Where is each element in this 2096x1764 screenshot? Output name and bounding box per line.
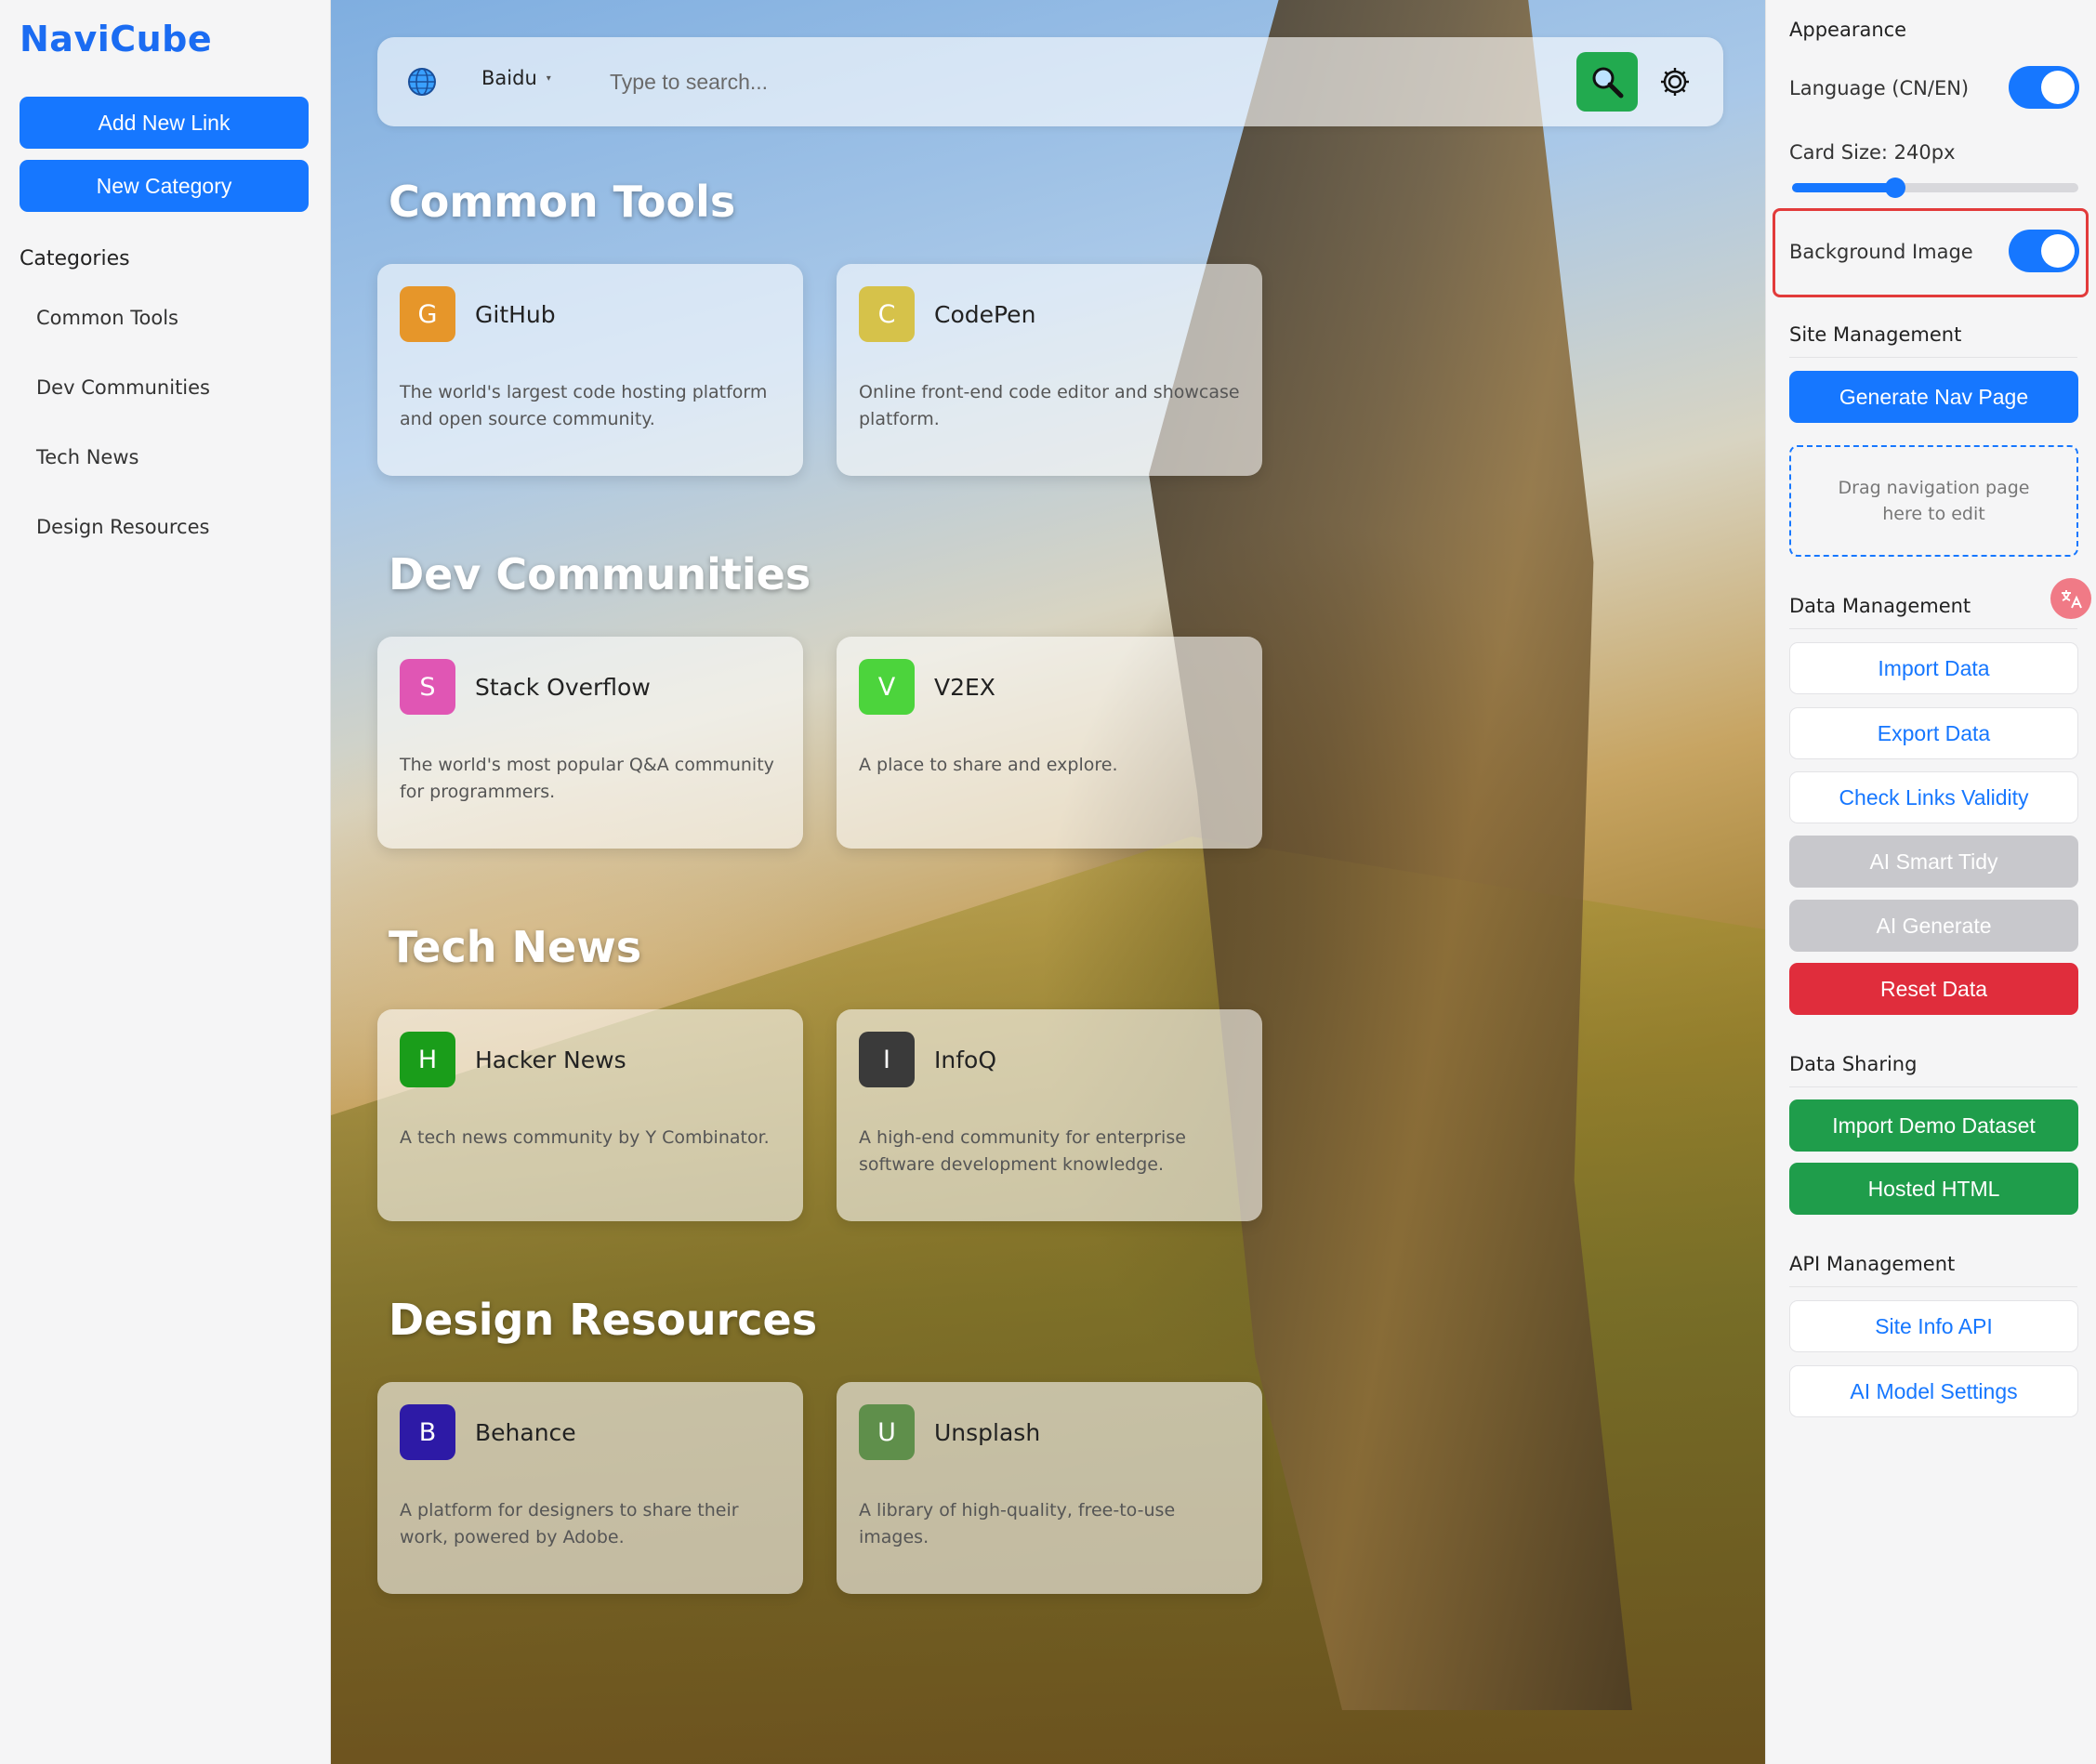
- generate-nav-page-button[interactable]: Generate Nav Page: [1789, 371, 2078, 423]
- card-description: A place to share and explore.: [859, 755, 1118, 775]
- ai-generate-button[interactable]: AI Generate: [1789, 900, 2078, 952]
- language-toggle-label: Language (CN/EN): [1789, 77, 1970, 99]
- link-card-stack-overflow[interactable]: S Stack Overflow The world's most popula…: [377, 637, 803, 849]
- card-title: GitHub: [475, 301, 556, 328]
- link-card-v2ex[interactable]: V V2EX A place to share and explore.: [837, 637, 1262, 849]
- settings-panel: Appearance Language (CN/EN) Card Size: 2…: [1765, 0, 2096, 1764]
- sidebar: NaviCube Add New Link New Category Categ…: [0, 0, 331, 1764]
- card-title: Hacker News: [475, 1047, 626, 1073]
- main-content: Baidu ▾ Common Tools G GitHub The world'…: [331, 0, 1765, 1764]
- app-logo: NaviCube: [20, 19, 213, 59]
- new-category-button[interactable]: New Category: [20, 160, 309, 212]
- card-size-label: Card Size: 240px: [1789, 141, 1956, 164]
- card-description: A platform for designers to share their …: [400, 1500, 739, 1547]
- card-description: A library of high-quality, free-to-use i…: [859, 1500, 1176, 1547]
- check-links-button[interactable]: Check Links Validity: [1789, 771, 2078, 823]
- link-card-infoq[interactable]: I InfoQ A high-end community for enterpr…: [837, 1009, 1262, 1221]
- sidebar-item-common-tools[interactable]: Common Tools: [36, 307, 178, 329]
- link-card-hacker-news[interactable]: H Hacker News A tech news community by Y…: [377, 1009, 803, 1221]
- slider-fill: [1792, 183, 1895, 192]
- section-title-common-tools: Common Tools: [389, 177, 736, 227]
- sidebar-item-tech-news[interactable]: Tech News: [36, 446, 138, 468]
- import-data-button[interactable]: Import Data: [1789, 642, 2078, 694]
- card-avatar: U: [859, 1404, 915, 1460]
- card-description: A tech news community by Y Combinator.: [400, 1127, 770, 1148]
- card-size-slider[interactable]: [1792, 178, 2078, 198]
- card-title: V2EX: [934, 674, 995, 701]
- api-management-heading: API Management: [1789, 1253, 2077, 1287]
- card-title: InfoQ: [934, 1047, 996, 1073]
- globe-icon[interactable]: [407, 67, 437, 97]
- card-title: Behance: [475, 1419, 576, 1446]
- nav-page-drop-zone[interactable]: Drag navigation page here to edit: [1789, 445, 2078, 557]
- gear-icon: [1661, 68, 1689, 96]
- link-card-unsplash[interactable]: U Unsplash A library of high-quality, fr…: [837, 1382, 1262, 1594]
- background-image-toggle[interactable]: [2009, 230, 2079, 272]
- add-new-link-button[interactable]: Add New Link: [20, 97, 309, 149]
- import-demo-dataset-button[interactable]: Import Demo Dataset: [1789, 1099, 2078, 1152]
- card-avatar: I: [859, 1032, 915, 1087]
- card-avatar: S: [400, 659, 455, 715]
- card-title: Unsplash: [934, 1419, 1041, 1446]
- appearance-heading: Appearance: [1789, 19, 1907, 41]
- reset-data-button[interactable]: Reset Data: [1789, 963, 2078, 1015]
- section-title-tech-news: Tech News: [389, 922, 642, 972]
- search-bar: Baidu ▾: [377, 37, 1723, 126]
- background-image-label: Background Image: [1789, 241, 1973, 263]
- sidebar-item-dev-communities[interactable]: Dev Communities: [36, 376, 210, 399]
- card-avatar: G: [400, 286, 455, 342]
- section-title-dev-communities: Dev Communities: [389, 549, 811, 599]
- card-avatar: H: [400, 1032, 455, 1087]
- categories-heading: Categories: [20, 247, 130, 270]
- card-description: A high-end community for enterprise soft…: [859, 1127, 1186, 1175]
- search-input[interactable]: [610, 59, 1539, 104]
- data-management-heading: Data Management: [1789, 595, 2077, 629]
- ai-model-settings-button[interactable]: AI Model Settings: [1789, 1365, 2078, 1417]
- slider-thumb[interactable]: [1884, 178, 1905, 198]
- search-engine-select[interactable]: Baidu ▾: [481, 67, 551, 89]
- link-card-behance[interactable]: B Behance A platform for designers to sh…: [377, 1382, 803, 1594]
- section-title-design-resources: Design Resources: [389, 1295, 818, 1345]
- link-card-codepen[interactable]: C CodePen Online front-end code editor a…: [837, 264, 1262, 476]
- card-description: Online front-end code editor and showcas…: [859, 382, 1240, 429]
- search-button[interactable]: [1576, 52, 1638, 112]
- search-engine-label: Baidu: [481, 67, 537, 89]
- hosted-html-button[interactable]: Hosted HTML: [1789, 1163, 2078, 1215]
- card-description: The world's largest code hosting platfor…: [400, 382, 768, 429]
- link-card-github[interactable]: G GitHub The world's largest code hostin…: [377, 264, 803, 476]
- card-title: Stack Overflow: [475, 674, 651, 701]
- export-data-button[interactable]: Export Data: [1789, 707, 2078, 759]
- card-title: CodePen: [934, 301, 1036, 328]
- ai-smart-tidy-button[interactable]: AI Smart Tidy: [1789, 836, 2078, 888]
- site-management-heading: Site Management: [1789, 323, 2077, 358]
- chevron-down-icon: ▾: [546, 72, 551, 84]
- search-settings-button[interactable]: [1658, 65, 1692, 99]
- language-toggle[interactable]: [2009, 66, 2079, 109]
- card-avatar: V: [859, 659, 915, 715]
- sidebar-item-design-resources[interactable]: Design Resources: [36, 516, 209, 538]
- card-avatar: C: [859, 286, 915, 342]
- card-description: The world's most popular Q&A community f…: [400, 755, 774, 802]
- site-info-api-button[interactable]: Site Info API: [1789, 1300, 2078, 1352]
- card-avatar: B: [400, 1404, 455, 1460]
- magnifier-icon: [1592, 67, 1624, 99]
- data-sharing-heading: Data Sharing: [1789, 1053, 2077, 1087]
